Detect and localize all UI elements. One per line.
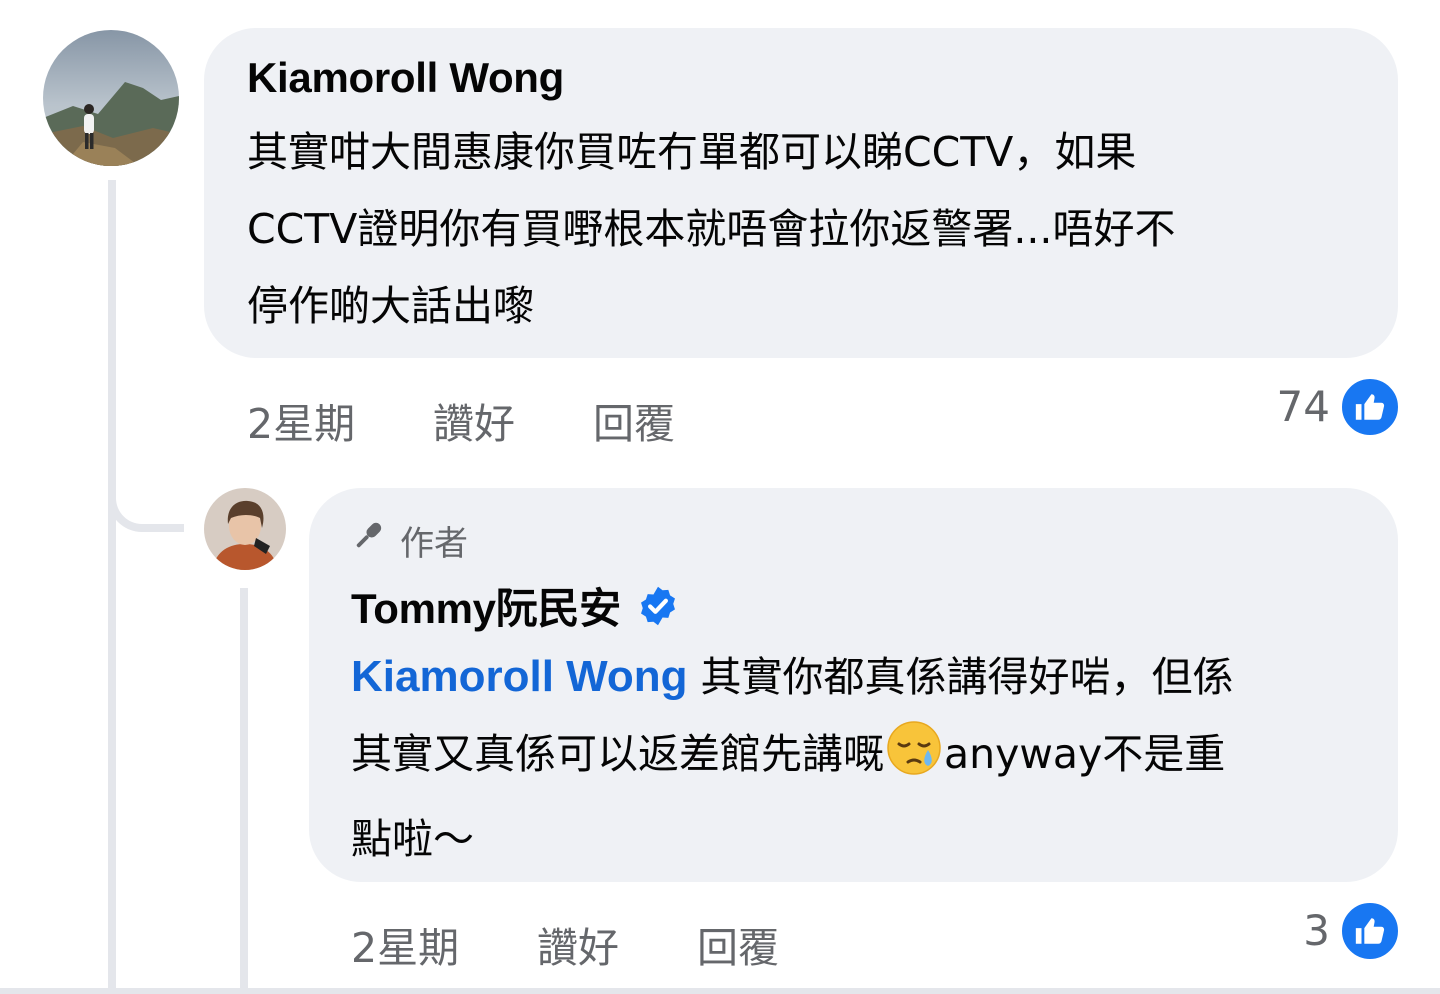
thread-line-main <box>108 180 116 994</box>
reply-text-segment: 其實你都真係講得好啱，但係 <box>687 653 1234 701</box>
like-reaction-icon[interactable] <box>1339 376 1401 438</box>
thread-line-reply <box>240 588 248 994</box>
reply-like-button[interactable]: 讚好 <box>537 914 619 974</box>
reply-author-name[interactable]: Tommy阮民安 <box>351 575 679 636</box>
comment-text-line: 其實咁大間惠康你買咗冇單都可以睇CCTV，如果 <box>247 128 1137 176</box>
reply-text: Kiamoroll Wong 其實你都真係講得好啱，但係 其實又真係可以返差館先… <box>351 638 1391 878</box>
author-badge: 作者 <box>350 516 468 565</box>
reply-text-line: 其實又真係可以返差館先講嘅 anyway不是重 <box>351 716 1391 801</box>
thread-connector <box>108 470 184 532</box>
reply-text-segment: 其實又真係可以返差館先講嘅 <box>351 730 884 778</box>
microphone-icon <box>350 518 386 563</box>
comment-text-line: CCTV證明你有買嘢根本就唔會拉你返警署...唔好不 <box>247 205 1176 253</box>
reply-text-line: Kiamoroll Wong 其實你都真係講得好啱，但係 <box>351 638 1391 716</box>
mention-link[interactable]: Kiamoroll Wong <box>351 652 688 701</box>
reply-text-segment: anyway不是重 <box>944 730 1226 778</box>
reply-author-label[interactable]: Tommy阮民安 <box>351 575 621 636</box>
comment-timestamp[interactable]: 2星期 <box>247 390 355 450</box>
reply-text-line: 點啦～ <box>351 815 474 863</box>
bottom-divider <box>0 988 1440 994</box>
reaction-count[interactable]: 74 <box>1266 382 1330 431</box>
avatar-tommy[interactable] <box>204 488 286 570</box>
reply-button[interactable]: 回覆 <box>593 390 675 450</box>
sad-face-emoji-icon <box>886 720 942 801</box>
reply-reaction-count[interactable]: 3 <box>1266 906 1330 955</box>
comment-author-name[interactable]: Kiamoroll Wong <box>247 54 564 102</box>
reply-like-reaction-icon[interactable] <box>1339 900 1401 962</box>
reply-reply-button[interactable]: 回覆 <box>697 914 779 974</box>
verified-badge-icon <box>637 585 679 627</box>
comment-text: 其實咁大間惠康你買咗冇單都可以睇CCTV，如果 CCTV證明你有買嘢根本就唔會拉… <box>247 114 1387 345</box>
reply-timestamp[interactable]: 2星期 <box>351 914 459 974</box>
comment-text-line: 停作啲大話出嚟 <box>247 282 534 330</box>
avatar-kiamoroll[interactable] <box>43 30 179 166</box>
author-badge-label: 作者 <box>400 524 468 564</box>
like-button[interactable]: 讚好 <box>433 390 515 450</box>
